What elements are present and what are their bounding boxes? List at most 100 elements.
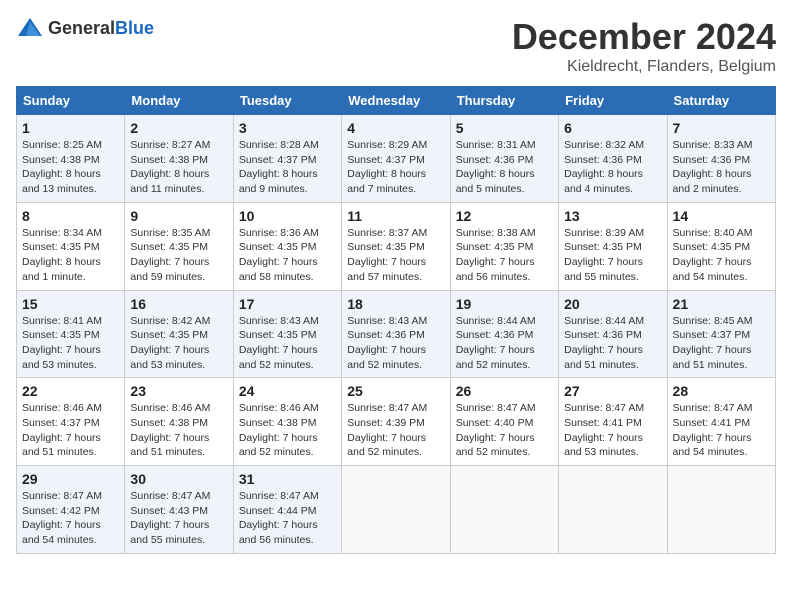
day-info: Sunrise: 8:43 AM Sunset: 4:35 PM Dayligh… xyxy=(239,314,336,373)
calendar-week-2: 8Sunrise: 8:34 AM Sunset: 4:35 PM Daylig… xyxy=(17,202,776,290)
day-info: Sunrise: 8:42 AM Sunset: 4:35 PM Dayligh… xyxy=(130,314,227,373)
day-number: 5 xyxy=(456,120,553,136)
day-number: 30 xyxy=(130,471,227,487)
day-number: 1 xyxy=(22,120,119,136)
day-info: Sunrise: 8:47 AM Sunset: 4:41 PM Dayligh… xyxy=(673,401,770,460)
calendar-cell: 31 Sunrise: 8:47 AM Sunset: 4:44 PM Dayli… xyxy=(233,466,341,554)
day-number: 29 xyxy=(22,471,119,487)
calendar-cell: 20 Sunrise: 8:44 AM Sunset: 4:36 PM Dayli… xyxy=(559,290,667,378)
day-info: Sunrise: 8:47 AM Sunset: 4:41 PM Dayligh… xyxy=(564,401,661,460)
day-info: Sunrise: 8:46 AM Sunset: 4:37 PM Dayligh… xyxy=(22,401,119,460)
weekday-header-monday: Monday xyxy=(125,87,233,115)
calendar-week-5: 29 Sunrise: 8:47 AM Sunset: 4:42 PM Dayli… xyxy=(17,466,776,554)
calendar-cell: 7Sunrise: 8:33 AM Sunset: 4:36 PM Daylig… xyxy=(667,115,775,203)
day-info: Sunrise: 8:45 AM Sunset: 4:37 PM Dayligh… xyxy=(673,314,770,373)
day-number: 14 xyxy=(673,208,770,224)
calendar-week-3: 15 Sunrise: 8:41 AM Sunset: 4:35 PM Dayli… xyxy=(17,290,776,378)
day-info: Sunrise: 8:28 AM Sunset: 4:37 PM Dayligh… xyxy=(239,138,336,197)
day-number: 18 xyxy=(347,296,444,312)
calendar-cell: 2 Sunrise: 8:27 AM Sunset: 4:38 PM Daylig… xyxy=(125,115,233,203)
day-info: Sunrise: 8:47 AM Sunset: 4:40 PM Dayligh… xyxy=(456,401,553,460)
calendar-cell: 29 Sunrise: 8:47 AM Sunset: 4:42 PM Dayli… xyxy=(17,466,125,554)
calendar-cell: 25Sunrise: 8:47 AM Sunset: 4:39 PM Dayli… xyxy=(342,378,450,466)
calendar-cell: 17 Sunrise: 8:43 AM Sunset: 4:35 PM Dayli… xyxy=(233,290,341,378)
day-number: 11 xyxy=(347,208,444,224)
calendar-cell: 13 Sunrise: 8:39 AM Sunset: 4:35 PM Dayli… xyxy=(559,202,667,290)
logo-icon xyxy=(16,16,44,40)
day-info: Sunrise: 8:47 AM Sunset: 4:42 PM Dayligh… xyxy=(22,489,119,548)
calendar-cell: 23Sunrise: 8:46 AM Sunset: 4:38 PM Dayli… xyxy=(125,378,233,466)
calendar-table: SundayMondayTuesdayWednesdayThursdayFrid… xyxy=(16,86,776,554)
weekday-header-wednesday: Wednesday xyxy=(342,87,450,115)
calendar-cell: 18 Sunrise: 8:43 AM Sunset: 4:36 PM Dayli… xyxy=(342,290,450,378)
logo: GeneralBlue xyxy=(16,16,154,40)
day-info: Sunrise: 8:44 AM Sunset: 4:36 PM Dayligh… xyxy=(456,314,553,373)
weekday-header-thursday: Thursday xyxy=(450,87,558,115)
calendar-cell: 15 Sunrise: 8:41 AM Sunset: 4:35 PM Dayli… xyxy=(17,290,125,378)
calendar-cell: 8Sunrise: 8:34 AM Sunset: 4:35 PM Daylig… xyxy=(17,202,125,290)
location-title: Kieldrecht, Flanders, Belgium xyxy=(512,58,776,76)
day-number: 27 xyxy=(564,383,661,399)
day-info: Sunrise: 8:46 AM Sunset: 4:38 PM Dayligh… xyxy=(130,401,227,460)
calendar-cell: 24Sunrise: 8:46 AM Sunset: 4:38 PM Dayli… xyxy=(233,378,341,466)
calendar-cell: 5 Sunrise: 8:31 AM Sunset: 4:36 PM Daylig… xyxy=(450,115,558,203)
day-info: Sunrise: 8:35 AM Sunset: 4:35 PM Dayligh… xyxy=(130,226,227,285)
title-area: December 2024 Kieldrecht, Flanders, Belg… xyxy=(512,16,776,76)
day-number: 22 xyxy=(22,383,119,399)
calendar-cell: 9 Sunrise: 8:35 AM Sunset: 4:35 PM Daylig… xyxy=(125,202,233,290)
day-info: Sunrise: 8:46 AM Sunset: 4:38 PM Dayligh… xyxy=(239,401,336,460)
calendar-cell: 6 Sunrise: 8:32 AM Sunset: 4:36 PM Daylig… xyxy=(559,115,667,203)
logo-text-general: General xyxy=(48,18,115,38)
calendar-cell: 19Sunrise: 8:44 AM Sunset: 4:36 PM Dayli… xyxy=(450,290,558,378)
day-number: 3 xyxy=(239,120,336,136)
calendar-cell: 16Sunrise: 8:42 AM Sunset: 4:35 PM Dayli… xyxy=(125,290,233,378)
calendar-cell: 10 Sunrise: 8:36 AM Sunset: 4:35 PM Dayli… xyxy=(233,202,341,290)
calendar-cell: 11 Sunrise: 8:37 AM Sunset: 4:35 PM Dayli… xyxy=(342,202,450,290)
calendar-cell: 3 Sunrise: 8:28 AM Sunset: 4:37 PM Daylig… xyxy=(233,115,341,203)
day-number: 4 xyxy=(347,120,444,136)
calendar-week-1: 1 Sunrise: 8:25 AM Sunset: 4:38 PM Daylig… xyxy=(17,115,776,203)
day-info: Sunrise: 8:47 AM Sunset: 4:39 PM Dayligh… xyxy=(347,401,444,460)
calendar-cell xyxy=(667,466,775,554)
day-number: 17 xyxy=(239,296,336,312)
calendar-cell: 1 Sunrise: 8:25 AM Sunset: 4:38 PM Daylig… xyxy=(17,115,125,203)
day-info: Sunrise: 8:27 AM Sunset: 4:38 PM Dayligh… xyxy=(130,138,227,197)
day-info: Sunrise: 8:34 AM Sunset: 4:35 PM Dayligh… xyxy=(22,226,119,285)
calendar-cell: 28 Sunrise: 8:47 AM Sunset: 4:41 PM Dayli… xyxy=(667,378,775,466)
calendar-cell: 14Sunrise: 8:40 AM Sunset: 4:35 PM Dayli… xyxy=(667,202,775,290)
day-info: Sunrise: 8:25 AM Sunset: 4:38 PM Dayligh… xyxy=(22,138,119,197)
weekday-header-row: SundayMondayTuesdayWednesdayThursdayFrid… xyxy=(17,87,776,115)
weekday-header-saturday: Saturday xyxy=(667,87,775,115)
day-info: Sunrise: 8:37 AM Sunset: 4:35 PM Dayligh… xyxy=(347,226,444,285)
day-info: Sunrise: 8:29 AM Sunset: 4:37 PM Dayligh… xyxy=(347,138,444,197)
calendar-cell: 27 Sunrise: 8:47 AM Sunset: 4:41 PM Dayli… xyxy=(559,378,667,466)
day-info: Sunrise: 8:36 AM Sunset: 4:35 PM Dayligh… xyxy=(239,226,336,285)
day-number: 6 xyxy=(564,120,661,136)
day-number: 10 xyxy=(239,208,336,224)
calendar-cell xyxy=(450,466,558,554)
page-header: GeneralBlue December 2024 Kieldrecht, Fl… xyxy=(16,16,776,76)
day-info: Sunrise: 8:44 AM Sunset: 4:36 PM Dayligh… xyxy=(564,314,661,373)
day-number: 28 xyxy=(673,383,770,399)
day-info: Sunrise: 8:39 AM Sunset: 4:35 PM Dayligh… xyxy=(564,226,661,285)
day-info: Sunrise: 8:41 AM Sunset: 4:35 PM Dayligh… xyxy=(22,314,119,373)
weekday-header-sunday: Sunday xyxy=(17,87,125,115)
day-number: 12 xyxy=(456,208,553,224)
day-number: 13 xyxy=(564,208,661,224)
calendar-cell xyxy=(342,466,450,554)
month-title: December 2024 xyxy=(512,16,776,58)
day-number: 26 xyxy=(456,383,553,399)
logo-text-blue: Blue xyxy=(115,18,154,38)
calendar-cell: 26 Sunrise: 8:47 AM Sunset: 4:40 PM Dayli… xyxy=(450,378,558,466)
day-info: Sunrise: 8:47 AM Sunset: 4:44 PM Dayligh… xyxy=(239,489,336,548)
day-number: 15 xyxy=(22,296,119,312)
day-number: 20 xyxy=(564,296,661,312)
day-number: 9 xyxy=(130,208,227,224)
day-info: Sunrise: 8:43 AM Sunset: 4:36 PM Dayligh… xyxy=(347,314,444,373)
day-info: Sunrise: 8:38 AM Sunset: 4:35 PM Dayligh… xyxy=(456,226,553,285)
day-info: Sunrise: 8:32 AM Sunset: 4:36 PM Dayligh… xyxy=(564,138,661,197)
day-info: Sunrise: 8:31 AM Sunset: 4:36 PM Dayligh… xyxy=(456,138,553,197)
day-number: 2 xyxy=(130,120,227,136)
day-number: 7 xyxy=(673,120,770,136)
day-number: 31 xyxy=(239,471,336,487)
